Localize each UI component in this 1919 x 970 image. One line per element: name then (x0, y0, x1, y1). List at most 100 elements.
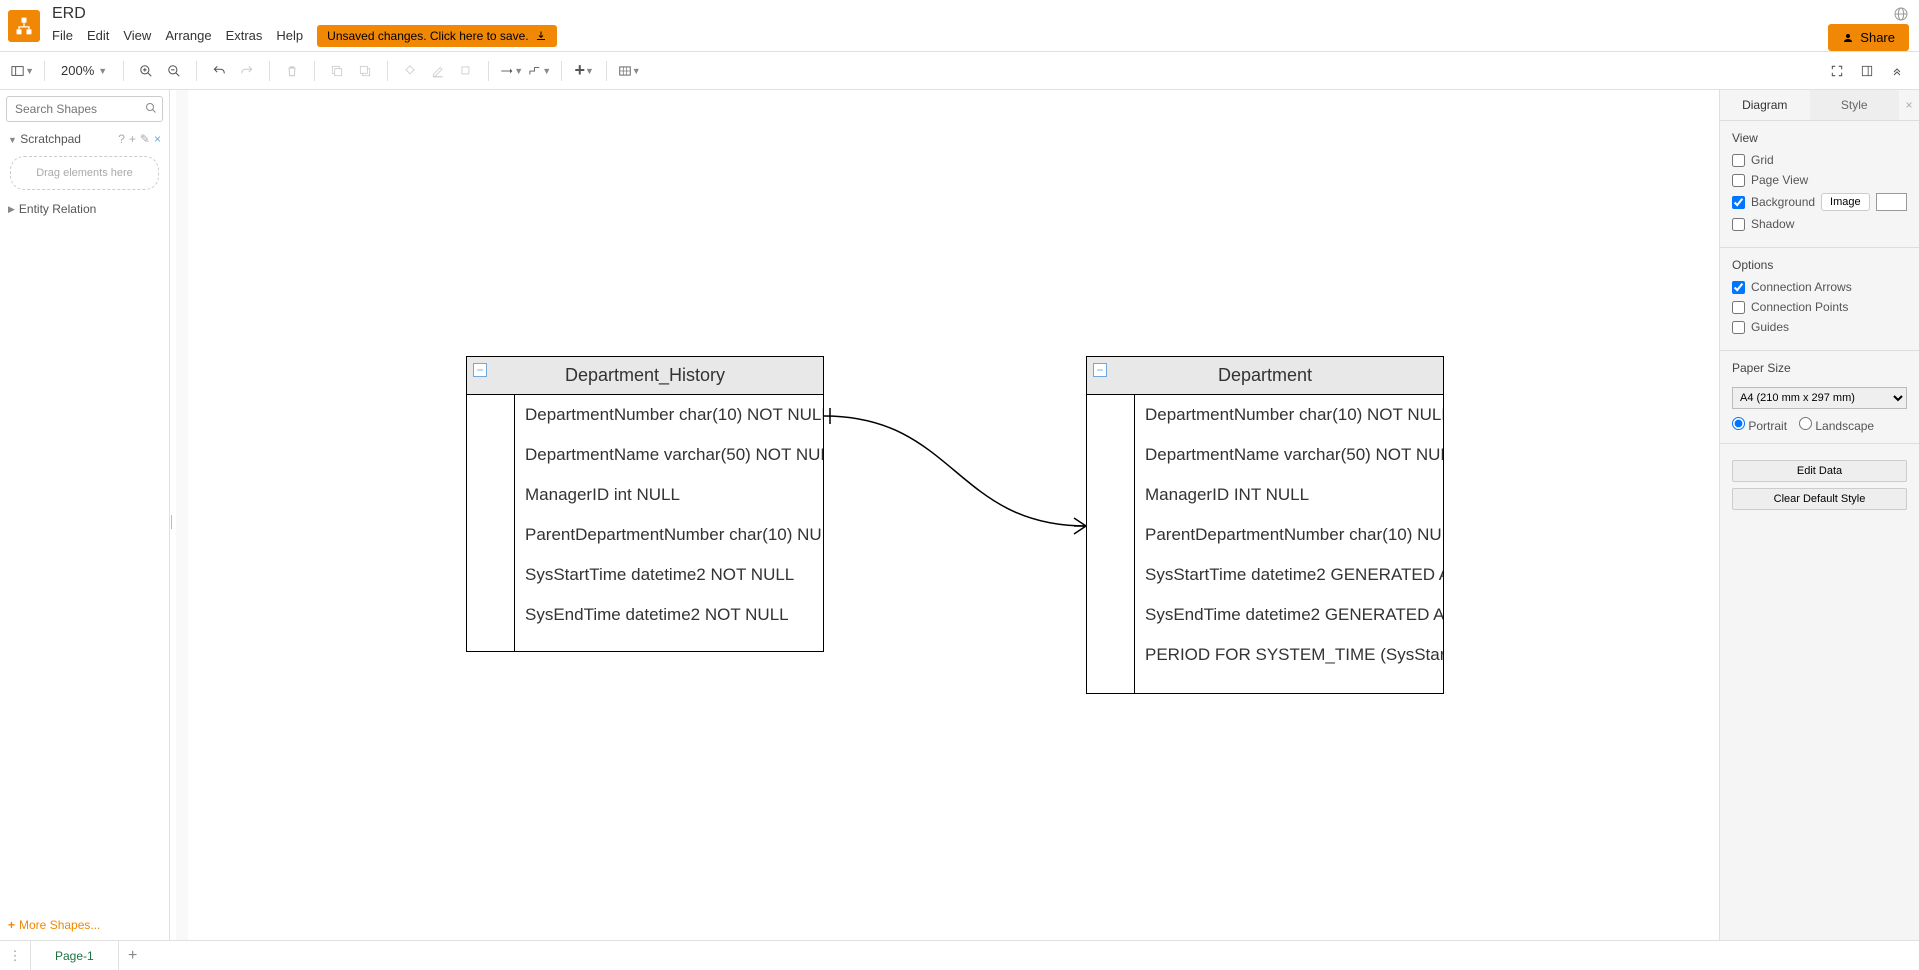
clear-default-style-button[interactable]: Clear Default Style (1732, 488, 1907, 510)
canvas[interactable]: −Department_HistoryDepartmentNumber char… (188, 90, 1719, 940)
conn-arrows-checkbox[interactable] (1732, 281, 1745, 294)
page-tab-1[interactable]: Page-1 (30, 941, 119, 970)
conn-arrows-row[interactable]: Connection Arrows (1732, 280, 1907, 294)
pages-menu-button[interactable]: ⋮ (0, 948, 30, 964)
shadow-checkbox[interactable] (1732, 218, 1745, 231)
share-button[interactable]: Share (1828, 24, 1909, 51)
entity-column[interactable]: SysStartTime datetime2 NOT NULL (515, 555, 823, 595)
undo-button[interactable] (207, 59, 231, 83)
entity-column[interactable]: SysEndTime datetime2 NOT NULL (515, 595, 823, 635)
entity-column[interactable]: SysStartTime datetime2 GENERATED ALWAYS … (1135, 555, 1443, 595)
entity-dept_history[interactable]: −Department_HistoryDepartmentNumber char… (466, 356, 824, 652)
menu-view[interactable]: View (123, 28, 151, 43)
paper-size-select[interactable]: A4 (210 mm x 297 mm) (1732, 387, 1907, 409)
background-image-button[interactable]: Image (1821, 193, 1870, 211)
zoom-out-button[interactable] (162, 59, 186, 83)
collapse-icon[interactable]: − (1093, 363, 1107, 377)
waypoints-button[interactable]: ▼ (527, 59, 551, 83)
guides-row[interactable]: Guides (1732, 320, 1907, 334)
zoom-dropdown[interactable]: 200%▼ (55, 63, 113, 78)
entity-column[interactable]: SysEndTime datetime2 GENERATED ALWAYS AS… (1135, 595, 1443, 635)
collapse-icon[interactable]: − (473, 363, 487, 377)
menu-file[interactable]: File (52, 28, 73, 43)
insert-button[interactable]: +▼ (572, 59, 596, 83)
entity-column[interactable]: ParentDepartmentNumber char(10) NULL (1135, 515, 1443, 555)
fill-color-button[interactable] (398, 59, 422, 83)
pageview-checkbox[interactable] (1732, 174, 1745, 187)
shadow-checkbox-row[interactable]: Shadow (1732, 217, 1907, 231)
category-entity-relation[interactable]: ▶Entity Relation (0, 196, 169, 222)
tab-style[interactable]: Style (1810, 90, 1900, 120)
menu-help[interactable]: Help (276, 28, 303, 43)
entity-column[interactable]: ManagerID INT NULL (1135, 475, 1443, 515)
tab-close-button[interactable]: × (1899, 90, 1919, 120)
grid-checkbox[interactable] (1732, 154, 1745, 167)
menu-edit[interactable]: Edit (87, 28, 109, 43)
entity-column[interactable]: DepartmentName varchar(50) NOT NULL (515, 435, 823, 475)
app-logo[interactable] (8, 10, 40, 42)
entity-column[interactable]: PERIOD FOR SYSTEM_TIME (SysStartTime, Sy… (1135, 635, 1443, 675)
entity-column[interactable]: ManagerID int NULL (515, 475, 823, 515)
background-row: Background Image (1732, 193, 1907, 211)
landscape-radio-row[interactable]: Landscape (1799, 417, 1874, 433)
conn-points-row[interactable]: Connection Points (1732, 300, 1907, 314)
entity-header[interactable]: −Department_History (467, 357, 823, 395)
more-shapes-button[interactable]: +More Shapes... (0, 910, 169, 940)
entity-column[interactable]: DepartmentName varchar(50) NOT NULL (1135, 435, 1443, 475)
footer: ⋮ Page-1 + (0, 940, 1919, 970)
entity-column[interactable]: DepartmentNumber char(10) NOT NULL (1135, 395, 1443, 435)
entity-header[interactable]: −Department (1087, 357, 1443, 395)
add-page-button[interactable]: + (119, 947, 147, 965)
redo-button[interactable] (235, 59, 259, 83)
help-icon[interactable]: ? (118, 132, 125, 146)
entity-column[interactable]: DepartmentNumber char(10) NOT NULL (515, 395, 823, 435)
orientation-row: Portrait Landscape (1732, 417, 1907, 433)
table-button[interactable]: ▼ (617, 59, 641, 83)
conn-points-checkbox[interactable] (1732, 301, 1745, 314)
line-color-button[interactable] (426, 59, 450, 83)
edit-data-button[interactable]: Edit Data (1732, 460, 1907, 482)
header-bar: ERD File Edit View Arrange Extras Help U… (0, 0, 1919, 52)
unsaved-changes-button[interactable]: Unsaved changes. Click here to save. (317, 25, 556, 47)
scratchpad-header[interactable]: ▼ Scratchpad ? + ✎ × (0, 128, 169, 150)
view-panel: View Grid Page View Background Image Sha… (1720, 121, 1919, 247)
to-back-button[interactable] (353, 59, 377, 83)
options-panel: Options Connection Arrows Connection Poi… (1720, 247, 1919, 350)
scratchpad-dropzone[interactable]: Drag elements here (10, 156, 159, 190)
to-front-button[interactable] (325, 59, 349, 83)
grid-checkbox-row[interactable]: Grid (1732, 153, 1907, 167)
sidebar-right: Diagram Style × View Grid Page View Back… (1719, 90, 1919, 940)
connection-button[interactable]: ▼ (499, 59, 523, 83)
entity-dept[interactable]: −DepartmentDepartmentNumber char(10) NOT… (1086, 356, 1444, 694)
guides-checkbox[interactable] (1732, 321, 1745, 334)
scratchpad-label: Scratchpad (20, 132, 81, 146)
entity-column[interactable]: ParentDepartmentNumber char(10) NULL (515, 515, 823, 555)
background-color-swatch[interactable] (1876, 193, 1907, 211)
main-body: ▼ Scratchpad ? + ✎ × Drag elements here … (0, 90, 1919, 940)
sidebar-toggle-button[interactable]: ▼ (10, 59, 34, 83)
landscape-radio[interactable] (1799, 417, 1812, 430)
pageview-checkbox-row[interactable]: Page View (1732, 173, 1907, 187)
search-shapes-input[interactable] (6, 96, 163, 122)
format-panel-button[interactable] (1855, 59, 1879, 83)
menu-extras[interactable]: Extras (226, 28, 263, 43)
edges-layer (188, 90, 1719, 940)
shadow-button[interactable] (454, 59, 478, 83)
add-icon[interactable]: + (129, 132, 136, 146)
close-icon[interactable]: × (154, 132, 161, 146)
document-title[interactable]: ERD (52, 5, 1911, 23)
toolbar: ▼ 200%▼ ▼ ▼ +▼ ▼ (0, 52, 1919, 90)
collapse-button[interactable] (1885, 59, 1909, 83)
tab-diagram[interactable]: Diagram (1720, 90, 1810, 120)
menu-arrange[interactable]: Arrange (165, 28, 211, 43)
portrait-radio[interactable] (1732, 417, 1745, 430)
portrait-radio-row[interactable]: Portrait (1732, 417, 1787, 433)
background-checkbox[interactable] (1732, 196, 1745, 209)
entity-gutter (467, 395, 515, 651)
zoom-in-button[interactable] (134, 59, 158, 83)
globe-icon[interactable] (1893, 6, 1909, 22)
drawio-logo-icon (14, 16, 34, 36)
fullscreen-button[interactable] (1825, 59, 1849, 83)
edit-icon[interactable]: ✎ (140, 132, 150, 146)
delete-button[interactable] (280, 59, 304, 83)
